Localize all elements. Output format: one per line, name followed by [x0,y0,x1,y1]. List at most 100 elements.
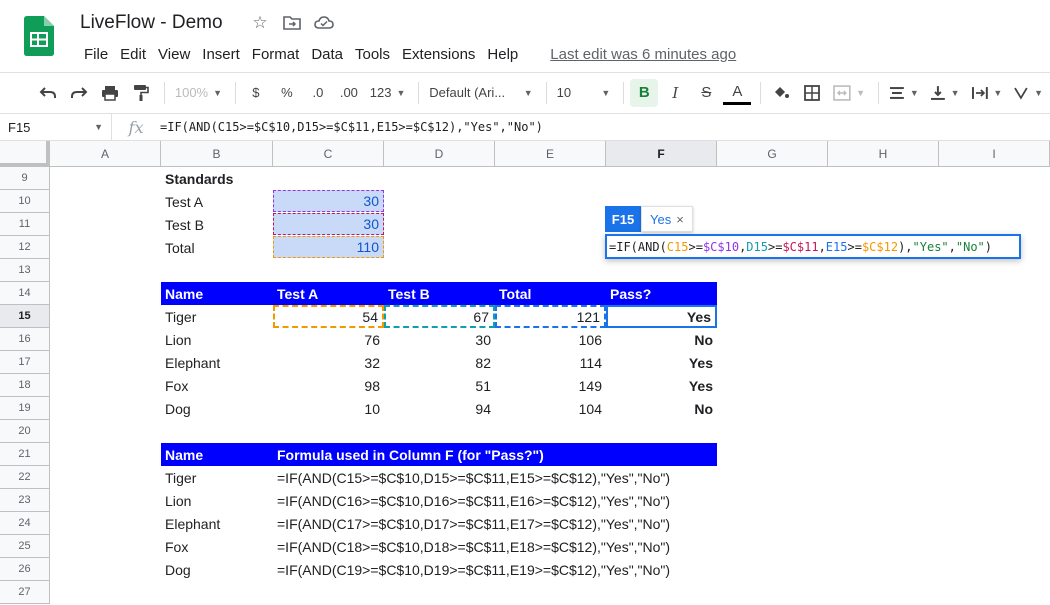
column-header-e[interactable]: E [495,141,606,167]
close-icon[interactable]: × [676,212,684,227]
result-test-b[interactable]: 30 [384,328,495,351]
standard-label-test-a[interactable]: Test A [161,190,273,213]
row-header-26[interactable]: 26 [0,558,50,581]
formulas-header-formula[interactable]: Formula used in Column F (for "Pass?") [273,443,713,466]
text-color-button[interactable]: A [723,81,752,105]
menu-data[interactable]: Data [305,44,349,65]
row-header-14[interactable]: 14 [0,282,50,305]
result-pass[interactable]: No [606,328,717,351]
result-total[interactable]: 149 [495,374,606,397]
results-header-test-b[interactable]: Test B [384,282,495,305]
formula-row-name[interactable]: Elephant [161,512,273,535]
borders-icon[interactable] [798,79,826,107]
font-size-select[interactable]: 10 ▼ [553,79,615,107]
row-header-19[interactable]: 19 [0,397,50,420]
undo-icon[interactable] [34,79,62,107]
row-header-11[interactable]: 11 [0,213,50,236]
result-pass[interactable]: No [606,397,717,420]
standard-value-total[interactable]: 110 [273,236,384,258]
text-rotation-icon[interactable]: ▼ [1009,79,1047,107]
cell-formula-editor[interactable]: =IF(AND(C15 >= $C$10, D15 >= $C$11, E15 >= $C$12… [605,234,1021,259]
result-name[interactable]: Elephant [161,351,273,374]
row-header-12[interactable]: 12 [0,236,50,259]
menu-tools[interactable]: Tools [349,44,396,65]
menu-edit[interactable]: Edit [114,44,152,65]
column-header-d[interactable]: D [384,141,495,167]
result-pass[interactable]: Yes [606,374,717,397]
row-header-18[interactable]: 18 [0,374,50,397]
strikethrough-button[interactable]: S [692,79,720,107]
formulas-header-name[interactable]: Name [161,443,273,466]
cloud-saved-icon[interactable] [314,13,334,33]
formula-input[interactable]: =IF(AND(C15>=$C$10,D15>=$C$11,E15>=$C$12… [160,120,543,134]
result-test-a[interactable]: 98 [273,374,384,397]
result-pass-active-cell[interactable]: Yes [606,305,717,328]
row-header-13[interactable]: 13 [0,259,50,282]
select-all-corner[interactable] [0,141,50,167]
column-header-h[interactable]: H [828,141,939,167]
decrease-decimal-button[interactable]: .0 [304,79,332,107]
increase-decimal-button[interactable]: .00 [335,79,363,107]
formula-row-text[interactable]: =IF(AND(C15>=$C$10,D15>=$C$11,E15>=$C$12… [273,466,713,489]
column-header-f[interactable]: F [606,141,717,167]
menu-view[interactable]: View [152,44,196,65]
result-test-b[interactable]: 82 [384,351,495,374]
result-total[interactable]: 106 [495,328,606,351]
result-name[interactable]: Fox [161,374,273,397]
row-header-20[interactable]: 20 [0,420,50,443]
result-test-a[interactable]: 32 [273,351,384,374]
move-folder-icon[interactable] [282,13,302,33]
formula-result-preview[interactable]: Yes × [641,206,693,232]
result-name[interactable]: Lion [161,328,273,351]
formula-row-text[interactable]: =IF(AND(C19>=$C$10,D19>=$C$11,E19>=$C$12… [273,558,713,581]
row-header-21[interactable]: 21 [0,443,50,466]
row-header-27[interactable]: 27 [0,581,50,604]
zoom-select[interactable]: 100% ▼ [171,79,226,107]
menu-help[interactable]: Help [481,44,524,65]
result-total[interactable]: 104 [495,397,606,420]
standard-value-test-a[interactable]: 30 [273,190,384,212]
italic-button[interactable]: I [661,79,689,107]
standard-label-test-b[interactable]: Test B [161,213,273,236]
formula-row-name[interactable]: Dog [161,558,273,581]
vertical-align-icon[interactable]: ▼ [926,79,964,107]
result-test-a[interactable]: 10 [273,397,384,420]
horizontal-align-icon[interactable]: ▼ [885,79,923,107]
row-header-17[interactable]: 17 [0,351,50,374]
results-header-name[interactable]: Name [161,282,273,305]
menu-extensions[interactable]: Extensions [396,44,481,65]
percent-format-button[interactable]: % [273,79,301,107]
more-formats-select[interactable]: 123 ▼ [366,79,409,107]
formula-row-text[interactable]: =IF(AND(C18>=$C$10,D18>=$C$11,E18>=$C$12… [273,535,713,558]
redo-icon[interactable] [65,79,93,107]
paint-format-icon[interactable] [127,79,155,107]
row-header-16[interactable]: 16 [0,328,50,351]
sheets-logo-icon[interactable] [24,16,54,56]
menu-format[interactable]: Format [246,44,306,65]
currency-format-button[interactable]: $ [242,79,270,107]
column-header-b[interactable]: B [161,141,273,167]
fill-color-icon[interactable] [767,79,795,107]
results-header-total[interactable]: Total [495,282,606,305]
result-test-b[interactable]: 94 [384,397,495,420]
result-test-b[interactable]: 51 [384,374,495,397]
formula-row-text[interactable]: =IF(AND(C17>=$C$10,D17>=$C$11,E17>=$C$12… [273,512,713,535]
merge-cells-icon[interactable]: ▼ [829,79,869,107]
result-name[interactable]: Dog [161,397,273,420]
name-box[interactable]: F15 ▼ [0,114,112,140]
results-header-pass[interactable]: Pass? [606,282,717,305]
row-header-10[interactable]: 10 [0,190,50,213]
column-header-g[interactable]: G [717,141,828,167]
column-header-a[interactable]: A [50,141,161,167]
result-name[interactable]: Tiger [161,305,273,328]
formula-row-name[interactable]: Fox [161,535,273,558]
star-icon[interactable]: ☆ [250,13,270,33]
result-test-a[interactable]: 54 [273,305,384,328]
results-header-test-a[interactable]: Test A [273,282,384,305]
row-header-9[interactable]: 9 [0,167,50,190]
column-header-c[interactable]: C [273,141,384,167]
column-header-i[interactable]: I [939,141,1050,167]
row-header-23[interactable]: 23 [0,489,50,512]
standards-title[interactable]: Standards [161,167,273,190]
menu-file[interactable]: File [78,44,114,65]
